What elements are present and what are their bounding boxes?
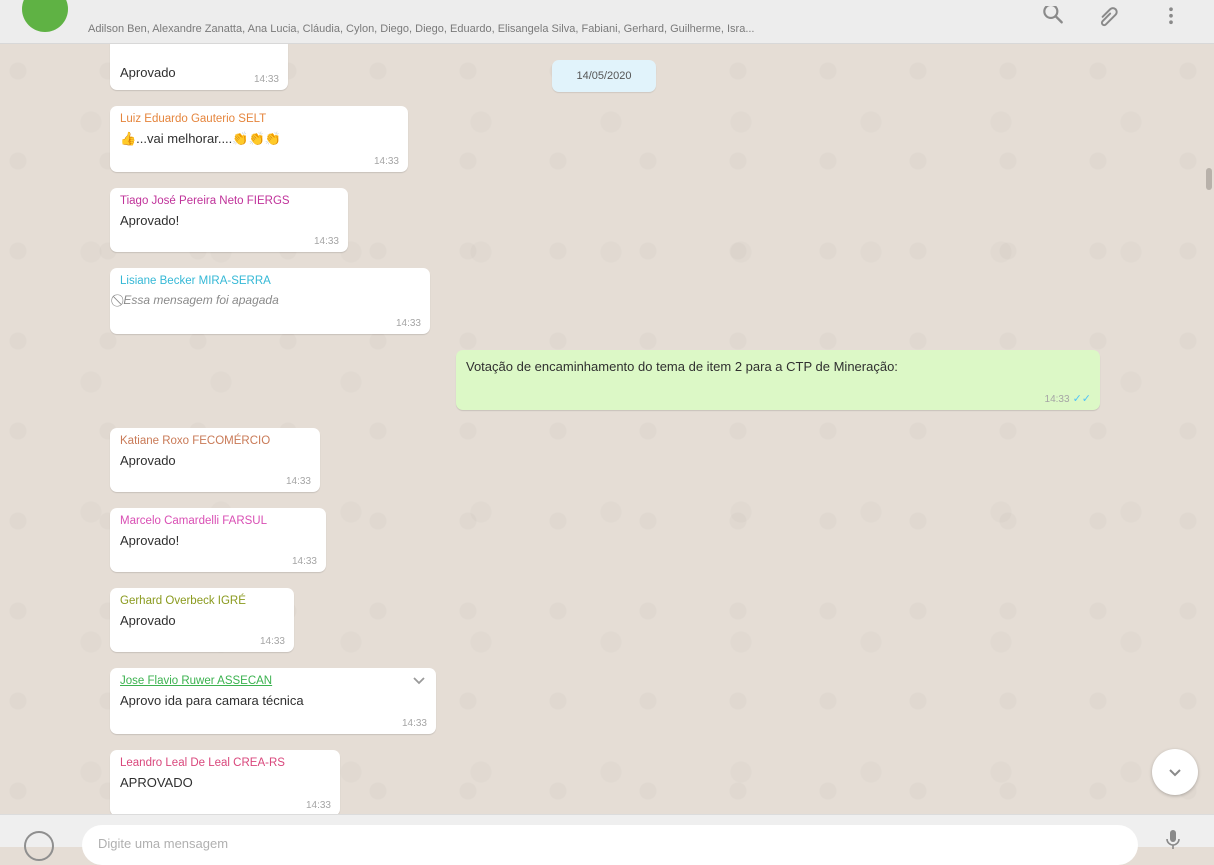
message-bubble[interactable]: Gerhard Overbeck IGRÉ Aprovado 14:33 [110, 588, 294, 652]
search-icon[interactable] [1040, 6, 1066, 32]
message-sender: Marcelo Camardelli FARSUL [120, 515, 267, 527]
message-sender: Leandro Leal De Leal CREA-RS [120, 757, 285, 769]
message-sender [120, 45, 279, 59]
message-status: 14:33 ✓✓ [1045, 392, 1091, 405]
message-time: 14:33 [401, 718, 427, 729]
message-bubble[interactable]: Leandro Leal De Leal CREA-RS APROVADO 14… [110, 750, 340, 814]
message-text: Aprovado! [120, 533, 180, 548]
message-text: APROVADO [120, 775, 193, 790]
message-sender: Lisiane Becker MIRA-SERRA [120, 275, 271, 287]
message-time: 14:33 [253, 74, 279, 85]
message-text: ⃠ Essa mensagem foi apagada [120, 293, 421, 308]
message-list[interactable]: 14/05/2020 Aprovado 14:33 Luiz Eduardo G… [0, 44, 1214, 814]
message-bubble[interactable]: Jose Flavio Ruwer ASSECAN Aprovo ida par… [110, 668, 436, 734]
compose-bar: Digite uma mensagem [0, 814, 1214, 865]
deleted-message-label: Essa mensagem foi apagada [123, 293, 279, 307]
message-sender: Gerhard Overbeck IGRÉ [120, 595, 246, 607]
chevron-down-icon[interactable] [412, 674, 426, 688]
compose-input[interactable]: Digite uma mensagem [82, 825, 1138, 865]
message-text: Aprovado [120, 453, 176, 468]
message-sender: Luiz Eduardo Gauterio SELT [120, 113, 267, 125]
message-bubble[interactable]: Marcelo Camardelli FARSUL Aprovado! 14:3… [110, 508, 326, 572]
message-bubble[interactable]: Katiane Roxo FECOMÉRCIO Aprovado 14:33 [110, 428, 320, 492]
message-text: Votação de encaminhamento do tema de ite… [466, 359, 898, 374]
message-bubble[interactable]: Tiago José Pereira Neto FIERGS Aprovado!… [110, 188, 348, 252]
outgoing-message-bubble[interactable]: Votação de encaminhamento do tema de ite… [456, 350, 1100, 410]
message-time: 14:33 [313, 236, 339, 247]
message-bubble[interactable]: Aprovado 14:33 [110, 44, 288, 90]
chat-header: Adilson Ben, Alexandre Zanatta, Ana Luci… [0, 0, 1214, 44]
emoji-icon[interactable] [24, 831, 54, 861]
message-sender: Tiago José Pereira Neto FIERGS [120, 195, 290, 207]
menu-icon[interactable] [1158, 6, 1184, 32]
read-ticks-icon: ✓✓ [1072, 393, 1091, 405]
message-text: Aprovo ida para camara técnica [120, 693, 304, 708]
message-time: 14:33 [373, 156, 399, 167]
chevron-down-icon [1169, 769, 1181, 777]
scrollbar-thumb[interactable] [1206, 168, 1212, 190]
message-time: 14:33 [285, 476, 311, 487]
message-time: 14:33 [291, 556, 317, 567]
message-text: 👍...vai melhorar....👏👏👏 [120, 131, 281, 146]
message-time: 14:33 [305, 800, 331, 811]
message-time: 14:33 [395, 318, 421, 329]
mic-icon[interactable] [1164, 829, 1182, 851]
message-bubble[interactable]: Luiz Eduardo Gauterio SELT 👍...vai melho… [110, 106, 408, 172]
message-text: Aprovado [120, 613, 176, 628]
message-time: 14:33 [1044, 394, 1070, 405]
message-text: Aprovado! [120, 213, 180, 228]
scroll-to-bottom-button[interactable] [1152, 749, 1198, 795]
message-sender: Jose Flavio Ruwer ASSECAN [120, 675, 273, 687]
message-sender: Katiane Roxo FECOMÉRCIO [120, 435, 271, 447]
date-chip: 14/05/2020 [552, 60, 656, 92]
message-bubble[interactable]: Lisiane Becker MIRA-SERRA ⃠ Essa mensage… [110, 268, 430, 334]
group-avatar[interactable] [22, 0, 68, 32]
message-time: 14:33 [259, 636, 285, 647]
attach-icon[interactable] [1095, 6, 1121, 32]
participants-list[interactable]: Adilson Ben, Alexandre Zanatta, Ana Luci… [88, 23, 1008, 35]
